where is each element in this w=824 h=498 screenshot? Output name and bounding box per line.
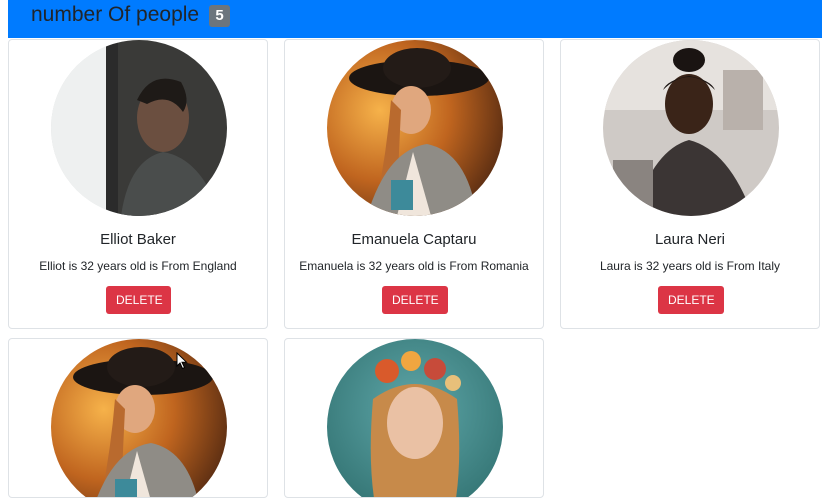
avatar bbox=[51, 40, 227, 216]
person-name: Emanuela Captaru bbox=[351, 231, 477, 248]
person-description: Elliot is 32 years old is From England bbox=[39, 259, 237, 273]
woman-in-hat-photo bbox=[51, 339, 227, 497]
avatar bbox=[327, 339, 503, 497]
avatar bbox=[51, 339, 227, 497]
person-card bbox=[8, 338, 268, 498]
person-card: Laura Neri Laura is 32 years old is From… bbox=[560, 39, 820, 329]
person-card: Emanuela Captaru Emanuela is 32 years ol… bbox=[284, 39, 544, 329]
person-name: Elliot Baker bbox=[100, 231, 176, 248]
mouse-cursor-icon bbox=[176, 352, 188, 370]
person-name: Laura Neri bbox=[654, 231, 726, 248]
woman-in-hat-photo bbox=[327, 40, 503, 216]
woman-with-flowers-photo bbox=[327, 339, 503, 497]
people-count-badge: 5 bbox=[209, 5, 230, 27]
person-card: Elliot Baker Elliot is 32 years old is F… bbox=[8, 39, 268, 329]
man-by-window-photo bbox=[51, 40, 227, 216]
header-bar: number Of people 5 bbox=[8, 0, 822, 38]
avatar bbox=[327, 40, 503, 216]
woman-with-bun-photo bbox=[603, 40, 779, 216]
delete-button[interactable]: DELETE bbox=[658, 286, 724, 314]
person-description: Laura is 32 years old is From Italy bbox=[599, 259, 781, 273]
person-card bbox=[284, 338, 544, 498]
page-title: number Of people bbox=[31, 3, 200, 26]
avatar bbox=[603, 40, 779, 216]
delete-button[interactable]: DELETE bbox=[382, 286, 448, 314]
person-description: Emanuela is 32 years old is From Romania bbox=[299, 259, 529, 273]
delete-button[interactable]: DELETE bbox=[106, 286, 171, 314]
